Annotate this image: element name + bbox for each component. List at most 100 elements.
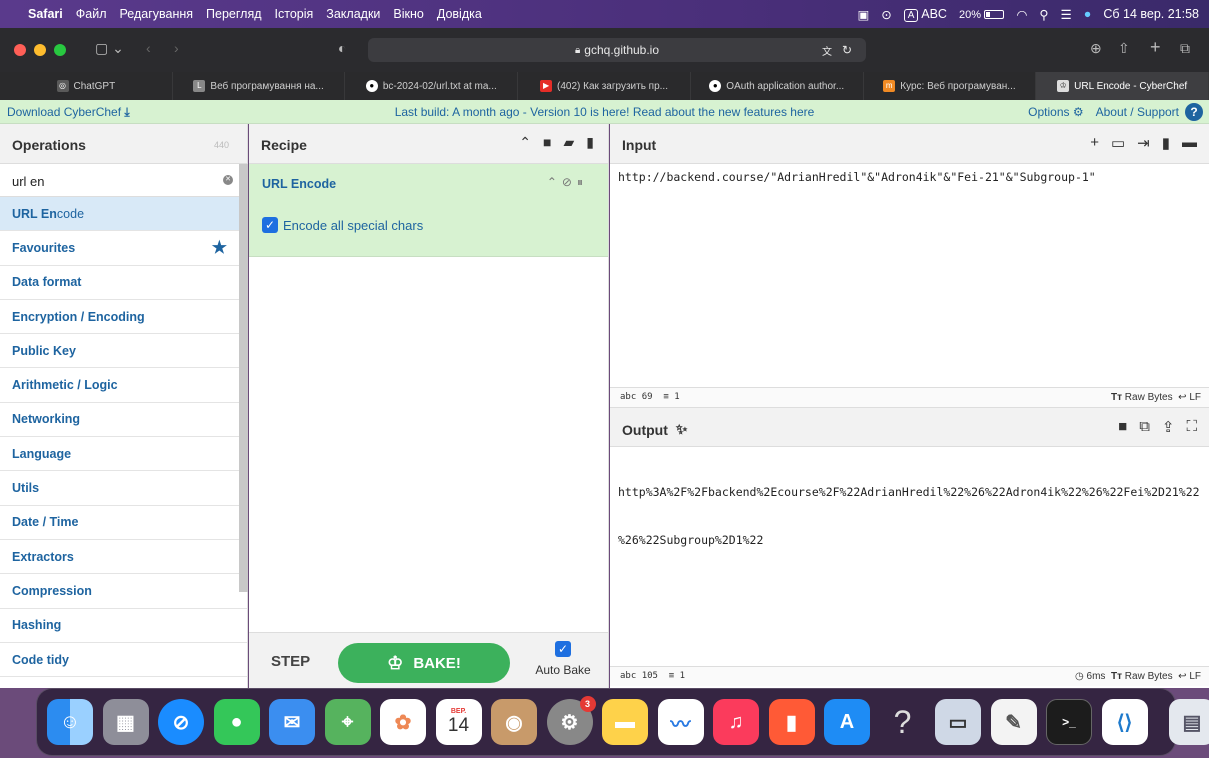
category-data-format[interactable]: Data format xyxy=(0,266,247,300)
tab-oauth[interactable]: ● OAuth application author... xyxy=(690,72,864,100)
menu-history[interactable]: Історія xyxy=(275,7,314,21)
tab-cyberchef[interactable]: ♔ URL Encode - CyberChef xyxy=(1036,72,1209,100)
mail-icon[interactable]: ✉ xyxy=(269,699,315,745)
operation-url-encode[interactable]: URL En code xyxy=(0,197,247,232)
privacy-shield-icon[interactable]: ◐ xyxy=(338,40,346,56)
download-cyberchef-link[interactable]: Download CyberChef ⤓ xyxy=(7,105,130,120)
clock[interactable]: Сб 14 вер. 21:58 xyxy=(1103,7,1199,21)
address-bar[interactable]: 🔒︎ gchq.github.io ⽂ ↻ xyxy=(368,38,866,62)
spotlight-search-icon[interactable]: ⚲ xyxy=(1039,7,1048,22)
disable-ingredient-icon[interactable]: ⊘ xyxy=(562,175,577,189)
launchpad-icon[interactable]: ▦ xyxy=(102,699,149,745)
open-file-icon[interactable]: ⇥ xyxy=(1137,134,1150,152)
copy-output-icon[interactable]: ⧉ xyxy=(1139,418,1150,436)
maximize-icon[interactable]: ⛶ xyxy=(1186,418,1197,436)
menu-window[interactable]: Вікно xyxy=(393,7,423,21)
input-format[interactable]: Raw Bytes xyxy=(1125,392,1173,403)
tab-course[interactable]: m Курс: Веб програмуван... xyxy=(863,72,1037,100)
category-utils[interactable]: Utils xyxy=(0,471,247,506)
collapse-icon[interactable]: ⌃ xyxy=(519,134,531,151)
app-store-icon[interactable]: A xyxy=(824,699,870,745)
recipe-ingredient[interactable]: URL Encode ⌃⊘⏸ ✓ Encode all special char… xyxy=(249,164,608,257)
zoom-window-button[interactable] xyxy=(54,44,66,56)
tab-overview-icon[interactable]: ⧉ xyxy=(1180,40,1190,57)
pause-ingredient-icon[interactable]: ⏸ xyxy=(577,175,588,189)
translate-icon[interactable]: ⽂ xyxy=(822,43,832,58)
magic-wand-icon[interactable]: ✨︎ xyxy=(676,421,688,438)
forward-icon[interactable]: › xyxy=(174,40,179,56)
vscode-icon[interactable]: ⟨⟩ xyxy=(1101,699,1148,745)
textedit-icon[interactable]: ✎ xyxy=(990,699,1037,745)
category-code-tidy[interactable]: Code tidy xyxy=(0,643,247,678)
reload-icon[interactable]: ↻ xyxy=(842,43,852,57)
category-networking[interactable]: Networking xyxy=(0,403,247,438)
books-icon[interactable]: ▮ xyxy=(768,699,815,745)
menu-help[interactable]: Довідка xyxy=(437,7,482,21)
options-link[interactable]: Options ⚙ xyxy=(1028,105,1083,119)
battery-status[interactable]: 20% xyxy=(959,7,1005,21)
operations-search[interactable]: url en ✕ xyxy=(0,164,247,197)
photos-icon[interactable]: ✿ xyxy=(380,699,426,745)
category-public-key[interactable]: Public Key xyxy=(0,334,247,369)
category-extractors[interactable]: Extractors xyxy=(0,540,247,575)
menu-edit[interactable]: Редагування xyxy=(119,7,193,21)
tab-web-programming[interactable]: L Веб програмування на... xyxy=(172,72,346,100)
share-icon[interactable]: ⇧ xyxy=(1118,40,1130,57)
play-status-icon[interactable]: ⊙ xyxy=(881,7,891,22)
bake-button[interactable]: ♔ BAKE! xyxy=(338,643,510,683)
extension-status-icon[interactable]: ▣ xyxy=(857,7,869,22)
control-center-icon[interactable]: ☰ xyxy=(1061,7,1072,22)
menu-view[interactable]: Перегляд xyxy=(206,7,261,21)
input-textarea[interactable]: http://backend.course/"AdrianHredil"&"Ad… xyxy=(610,164,1209,387)
clear-search-icon[interactable]: ✕ xyxy=(223,175,233,185)
save-icon[interactable]: ■ xyxy=(543,134,551,151)
terminal-icon[interactable]: >_ xyxy=(1046,699,1092,745)
help-icon[interactable]: ? xyxy=(1185,103,1203,121)
add-input-tab-icon[interactable]: + xyxy=(1090,134,1099,152)
output-eol[interactable]: LF xyxy=(1189,671,1201,682)
siri-icon[interactable]: ● xyxy=(1084,7,1092,21)
downloads-stack-icon[interactable]: ▤ xyxy=(1169,699,1209,745)
tab-youtube[interactable]: ▶ (402) Как загрузить пр... xyxy=(518,72,691,100)
notes-icon[interactable]: ▬ xyxy=(602,699,648,745)
menu-app-name[interactable]: Safari xyxy=(28,7,63,21)
system-settings-icon[interactable]: ⚙ 3 xyxy=(546,696,596,745)
input-eol[interactable]: LF xyxy=(1189,392,1201,403)
close-window-button[interactable] xyxy=(14,44,26,56)
minimize-window-button[interactable] xyxy=(34,44,46,56)
new-tab-icon[interactable]: + xyxy=(1150,37,1161,58)
tab-chatgpt[interactable]: ◎ ChatGPT xyxy=(0,72,173,100)
calendar-icon[interactable]: ВЕР. 14 xyxy=(435,699,482,745)
tips-icon[interactable]: ? xyxy=(880,699,926,745)
preview-icon[interactable]: ▭ xyxy=(935,699,981,745)
freeform-icon[interactable]: 〰 xyxy=(657,699,704,745)
layout-icon[interactable]: ▬ xyxy=(1182,134,1197,152)
menu-bookmarks[interactable]: Закладки xyxy=(326,7,380,21)
category-language[interactable]: Language xyxy=(0,437,247,472)
folder-icon[interactable]: ▰ xyxy=(564,134,575,151)
trash-icon[interactable]: ▮ xyxy=(586,134,594,151)
clear-input-icon[interactable]: ▮ xyxy=(1162,134,1170,152)
sidebar-toggle-icon[interactable]: ▢ ⌄ xyxy=(95,40,124,57)
replace-input-icon[interactable]: ⇪ xyxy=(1162,418,1175,436)
category-hashing[interactable]: Hashing xyxy=(0,609,247,643)
operations-scrollbar[interactable] xyxy=(239,164,248,592)
downloads-icon[interactable]: ⊕ xyxy=(1090,40,1102,57)
collapse-ingredient-icon[interactable]: ⌃ xyxy=(547,175,562,189)
category-favourites[interactable]: Favourites ★ xyxy=(0,231,247,266)
search-input[interactable]: url en xyxy=(12,174,45,189)
auto-bake-checkbox[interactable]: ✓ Auto Bake xyxy=(535,641,591,677)
input-source[interactable]: A ABC xyxy=(903,7,947,22)
safari-icon[interactable]: ⊘ xyxy=(158,699,204,745)
encode-all-special-chars-checkbox[interactable]: ✓ Encode all special chars xyxy=(262,217,423,233)
category-date-time[interactable]: Date / Time xyxy=(0,506,247,540)
step-button[interactable]: STEP xyxy=(271,653,310,670)
maps-icon[interactable]: ⌖ xyxy=(324,699,371,745)
tab-github-url-txt[interactable]: ● bc-2024-02/url.txt at ma... xyxy=(345,72,519,100)
messages-icon[interactable]: ● xyxy=(213,699,260,745)
category-compression[interactable]: Compression xyxy=(0,574,247,609)
category-arithmetic-logic[interactable]: Arithmetic / Logic xyxy=(0,368,247,403)
wifi-icon[interactable]: ◠ xyxy=(1016,7,1027,22)
music-icon[interactable]: ♫ xyxy=(713,699,759,745)
output-textarea[interactable]: http%3A%2F%2Fbackend%2Ecourse%2F%22Adria… xyxy=(610,447,1209,666)
